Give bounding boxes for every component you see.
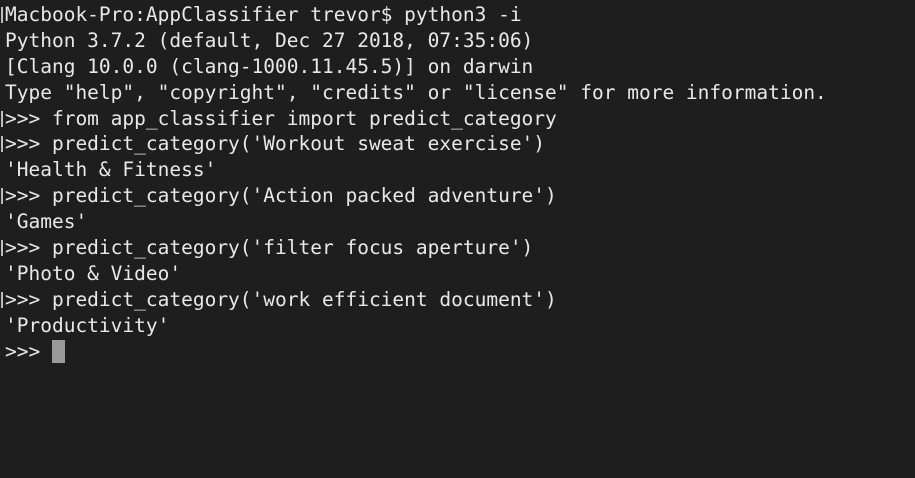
line-text: 'Health & Fitness' (5, 158, 217, 182)
terminal-line: >>> predict_category('Action packed adve… (1, 183, 915, 209)
text-cursor (52, 339, 66, 363)
line-text: >>> predict_category('work efficient doc… (5, 287, 557, 311)
command-mark (1, 110, 3, 127)
line-text: >>> predict_category('filter focus apert… (5, 236, 534, 260)
line-text: 'Productivity' (5, 313, 170, 337)
command-mark (1, 240, 3, 257)
line-text: >>> predict_category('Workout sweat exer… (5, 132, 546, 156)
line-text: Type "help", "copyright", "credits" or "… (5, 80, 827, 104)
terminal-line: [Clang 10.0.0 (clang-1000.11.45.5)] on d… (5, 54, 915, 80)
line-text: Python 3.7.2 (default, Dec 27 2018, 07:3… (5, 28, 534, 52)
line-text: >>> from app_classifier import predict_c… (5, 106, 557, 130)
prompt-text: >>> (5, 339, 41, 363)
terminal-line: 'Health & Fitness' (5, 157, 915, 183)
prompt-line[interactable]: >>> (5, 339, 915, 365)
terminal-line: Macbook-Pro:AppClassifier trevor$ python… (1, 2, 915, 28)
terminal-line: 'Photo & Video' (5, 261, 915, 287)
terminal-line: 'Games' (5, 209, 915, 235)
line-text: >>> predict_category('Action packed adve… (5, 184, 557, 208)
command-mark (1, 188, 3, 205)
terminal-line: 'Productivity' (5, 313, 915, 339)
line-text: 'Photo & Video' (5, 261, 182, 285)
command-mark (1, 136, 3, 153)
line-text: 'Games' (5, 210, 88, 234)
terminal-line: >>> predict_category('work efficient doc… (1, 287, 915, 313)
line-text: [Clang 10.0.0 (clang-1000.11.45.5)] on d… (5, 54, 534, 78)
terminal-window[interactable]: Macbook-Pro:AppClassifier trevor$ python… (0, 0, 915, 478)
terminal-line: Python 3.7.2 (default, Dec 27 2018, 07:3… (5, 28, 915, 54)
terminal-line: >>> predict_category('filter focus apert… (1, 235, 915, 261)
terminal-line: >>> from app_classifier import predict_c… (1, 106, 915, 132)
line-text: Macbook-Pro:AppClassifier trevor$ python… (5, 3, 522, 26)
terminal-line: >>> predict_category('Workout sweat exer… (1, 131, 915, 157)
terminal-line: Type "help", "copyright", "credits" or "… (5, 80, 915, 106)
command-mark (1, 7, 3, 23)
command-mark (1, 291, 3, 308)
